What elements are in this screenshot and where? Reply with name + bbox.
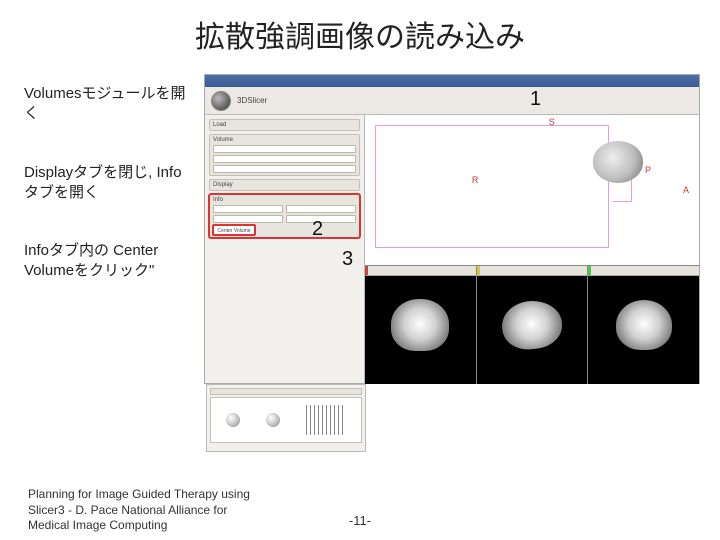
panel-header bbox=[210, 388, 362, 395]
line-plot-icon bbox=[306, 405, 346, 435]
orientation-label-s: S bbox=[549, 117, 555, 127]
orientation-label-r: R bbox=[472, 175, 479, 185]
gradient-panel bbox=[206, 384, 366, 452]
app-body: Load Volume Display Info Center Volume bbox=[205, 115, 699, 383]
orientation-label-a: A bbox=[683, 185, 689, 195]
panel-section-display: Display bbox=[209, 179, 360, 191]
slide-title: 拡散強調画像の読み込み bbox=[0, 0, 720, 74]
callout-3: 3 bbox=[342, 248, 353, 271]
brain-sagittal-icon bbox=[500, 298, 565, 352]
window-titlebar bbox=[205, 75, 699, 87]
panel-field bbox=[213, 155, 356, 163]
brain-coronal-icon bbox=[616, 300, 672, 350]
instruction-step-3: Infoタブ内の Center Volumeをクリック" bbox=[20, 235, 190, 288]
panel-section-info: Info Center Volume bbox=[209, 194, 360, 238]
sphere-icon bbox=[226, 413, 240, 427]
content-area: Volumesモジュールを開く Displayタブを閉じ, Infoタブを開く … bbox=[0, 74, 720, 384]
toolbar: 3DSlicer bbox=[205, 87, 699, 115]
panel-section-load: Load bbox=[209, 119, 360, 131]
panel-content bbox=[210, 397, 362, 443]
slicer-logo-icon bbox=[211, 91, 231, 111]
slice-sagittal bbox=[477, 266, 588, 384]
instruction-step-2: Displayタブを閉じ, Infoタブを開く bbox=[20, 157, 190, 210]
panel-field bbox=[213, 215, 283, 223]
instruction-column: Volumesモジュールを開く Displayタブを閉じ, Infoタブを開く … bbox=[20, 74, 190, 384]
center-volume-button[interactable]: Center Volume bbox=[213, 225, 255, 235]
panel-field bbox=[213, 205, 283, 213]
slice-header bbox=[365, 266, 476, 276]
module-panel: Load Volume Display Info Center Volume bbox=[205, 115, 365, 383]
footer-credit: Planning for Image Guided Therapy using … bbox=[28, 487, 268, 534]
brain-3d-render bbox=[593, 141, 643, 183]
slice-row bbox=[365, 266, 699, 384]
sphere-icon bbox=[266, 413, 280, 427]
slice-coronal bbox=[588, 266, 699, 384]
panel-section-volume: Volume bbox=[209, 134, 360, 176]
view-3d: S R P A bbox=[365, 115, 699, 265]
bounding-box bbox=[375, 125, 609, 248]
slice-axial bbox=[365, 266, 476, 384]
panel-field bbox=[213, 165, 356, 173]
callout-2: 2 bbox=[312, 218, 323, 241]
instruction-step-1: Volumesモジュールを開く bbox=[20, 78, 190, 131]
brain-axial-icon bbox=[391, 299, 449, 351]
panel-field bbox=[286, 205, 356, 213]
slice-header bbox=[588, 266, 699, 276]
callout-1: 1 bbox=[530, 88, 541, 111]
panel-label: Info bbox=[213, 197, 223, 203]
app-label: 3DSlicer bbox=[237, 96, 267, 105]
app-screenshot: 3DSlicer Load Volume Display Info Center… bbox=[204, 74, 700, 384]
slice-header bbox=[477, 266, 588, 276]
orientation-label-p: P bbox=[645, 165, 651, 175]
panel-label: Volume bbox=[213, 137, 233, 143]
page-number: -11- bbox=[349, 513, 371, 528]
panel-field bbox=[213, 145, 356, 153]
view-area: S R P A bbox=[365, 115, 699, 383]
